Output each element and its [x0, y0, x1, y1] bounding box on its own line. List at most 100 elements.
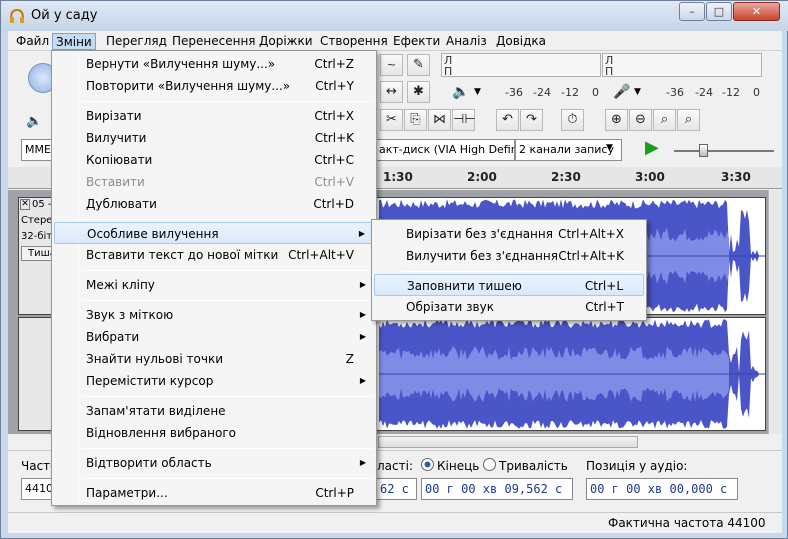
menu-item-label: Вставити	[86, 175, 145, 189]
menu-item-store-selection[interactable]: Запам'ятати виділене	[54, 400, 374, 422]
close-track-icon[interactable]: ✕	[20, 199, 30, 210]
menu-transport[interactable]: Перенесення	[169, 33, 259, 50]
undo-icon[interactable]: ↶	[496, 109, 519, 131]
menu-item-label: Відтворити область	[86, 456, 212, 470]
fit-project-icon[interactable]: ⌕	[677, 109, 700, 131]
title-bar: Ой у саду – □ ✕	[1, 1, 788, 31]
vertical-scrollbar[interactable]	[768, 190, 782, 434]
menu-help[interactable]: Довідка	[493, 33, 549, 50]
menu-item-select[interactable]: Вибрати ▶	[54, 326, 374, 348]
meter-tick: -36	[666, 86, 684, 99]
audio-position-time[interactable]: 00 г 00 хв 00,000 с	[586, 478, 738, 500]
menu-item-label: Вилучити	[86, 131, 147, 145]
audacity-headphones-icon	[10, 8, 24, 23]
project-rate-select[interactable]: 4410	[21, 478, 55, 500]
length-radio[interactable]	[483, 458, 496, 471]
menu-item-label: Повторити «Вилучення шуму...»	[86, 79, 291, 93]
chevron-down-icon[interactable]: ▼	[634, 87, 641, 97]
draw-tool-icon[interactable]: ✎	[407, 54, 430, 76]
menu-item-split-delete[interactable]: Вилучити без з'єднання Ctrl+Alt+K	[374, 245, 644, 267]
horizontal-scrollbar-thumb[interactable]	[378, 436, 638, 448]
zoom-out-icon[interactable]: ⊖	[629, 109, 652, 131]
length-radio-label[interactable]: Тривалість	[499, 459, 568, 473]
menu-item-move-cursor[interactable]: Перемістити курсор ▶	[54, 370, 374, 392]
waveform-right[interactable]	[379, 318, 765, 430]
play-at-speed-icon[interactable]: ▶	[645, 137, 659, 158]
host-select[interactable]: MME	[21, 139, 53, 161]
status-bar: Фактична частота 44100	[8, 512, 782, 533]
menu-item-paste-new-label[interactable]: Вставити текст до нової мітки Ctrl+Alt+V	[54, 244, 374, 266]
menu-item-split-cut[interactable]: Вирізати без з'єднання Ctrl+Alt+X	[374, 223, 644, 245]
menu-item-label: Відновлення вибраного	[86, 426, 236, 440]
end-radio[interactable]	[421, 458, 434, 471]
menu-separator	[402, 271, 642, 272]
envelope-tool-icon[interactable]: ~	[380, 54, 403, 76]
ruler-tick: 2:00	[467, 170, 497, 184]
track-name[interactable]: 05 -	[32, 199, 52, 210]
timeshift-tool-icon[interactable]: ↔	[380, 81, 403, 103]
window-title: Ой у саду	[31, 8, 98, 23]
menu-item-play-region[interactable]: Відтворити область ▶	[54, 452, 374, 474]
end-radio-label[interactable]: Кінець	[437, 459, 479, 473]
menu-item-find-zero[interactable]: Знайти нульові точки Z	[54, 348, 374, 370]
menu-item-cut[interactable]: Вирізати Ctrl+X	[54, 105, 374, 127]
selection-end-time[interactable]: 00 г 00 хв 09,562 с	[421, 478, 573, 500]
close-button[interactable]: ✕	[733, 2, 780, 21]
menu-separator	[82, 300, 372, 301]
menu-item-label: Копіювати	[86, 153, 153, 167]
menu-separator	[82, 270, 372, 271]
menu-generate[interactable]: Створення	[317, 33, 391, 50]
menu-analyze[interactable]: Аналіз	[443, 33, 490, 50]
cut-icon[interactable]: ✂	[380, 109, 403, 131]
menu-edit[interactable]: Зміни	[52, 33, 96, 50]
menu-item-shortcut: Ctrl+Z	[314, 57, 354, 71]
meter-tick: -12	[722, 86, 740, 99]
sync-lock-icon[interactable]: ⏱	[561, 109, 584, 131]
playback-meter[interactable]: Л П	[441, 53, 601, 78]
copy-icon[interactable]: ⎘	[404, 109, 427, 131]
menu-item-shortcut: Ctrl+L	[584, 279, 623, 293]
edit-menu: Вернути «Вилучення шуму...» Ctrl+Z Повтор…	[51, 50, 377, 506]
menu-effect[interactable]: Ефекти	[390, 33, 443, 50]
audio-position-label: Позиція у аудіо:	[586, 459, 688, 473]
speed-slider-thumb[interactable]	[699, 144, 708, 157]
zoom-in-icon[interactable]: ⊕	[605, 109, 628, 131]
menu-item-delete[interactable]: Вилучити Ctrl+K	[54, 127, 374, 149]
silence-icon[interactable]: ⊣⊢	[452, 109, 476, 131]
menu-item-retrieve-selection[interactable]: Відновлення вибраного	[54, 422, 374, 444]
speed-slider-track[interactable]	[674, 150, 774, 152]
menu-item-shortcut: Ctrl+Alt+K	[558, 249, 624, 263]
menu-item-clip-boundaries[interactable]: Межі кліпу ▶	[54, 274, 374, 296]
menu-item-label: Вирізати без з'єднання	[406, 227, 553, 241]
menu-separator	[82, 101, 372, 102]
input-device-select[interactable]: акт-диск (VIA High Defir	[376, 139, 515, 161]
microphone-icon[interactable]: 🎤	[613, 84, 630, 100]
menu-item-duplicate[interactable]: Дублювати Ctrl+D	[54, 193, 374, 215]
trim-icon[interactable]: ⋈	[428, 109, 451, 131]
submenu-arrow-icon: ▶	[359, 458, 366, 467]
speaker-icon[interactable]: 🔈	[452, 84, 469, 100]
menu-item-preferences[interactable]: Параметри... Ctrl+P	[54, 482, 374, 504]
menu-file[interactable]: Файл	[13, 33, 52, 50]
menu-item-copy[interactable]: Копіювати Ctrl+C	[54, 149, 374, 171]
menu-item-silence[interactable]: Заповнити тишею Ctrl+L	[374, 274, 644, 296]
menu-item-label: Обрізати звук	[406, 300, 494, 314]
record-meter[interactable]: Л П	[602, 53, 762, 78]
multi-tool-icon[interactable]: ✱	[407, 81, 430, 103]
menu-item-redo[interactable]: Повторити «Вилучення шуму...» Ctrl+Y	[54, 75, 374, 97]
menu-item-trim[interactable]: Обрізати звук Ctrl+T	[374, 296, 644, 318]
redo-icon[interactable]: ↷	[520, 109, 543, 131]
menu-item-label: Запам'ятати виділене	[86, 404, 226, 418]
menu-item-special-remove[interactable]: Особливе вилучення ▶	[54, 222, 374, 244]
selection-start-time[interactable]: 62 с	[377, 478, 417, 500]
chevron-down-icon[interactable]: ▼	[474, 87, 481, 97]
maximize-button[interactable]: □	[706, 2, 732, 21]
menu-item-shortcut: Ctrl+T	[585, 300, 624, 314]
menu-view[interactable]: Перегляд	[103, 33, 170, 50]
menu-item-labeled-audio[interactable]: Звук з міткою ▶	[54, 304, 374, 326]
chevron-down-icon: ▼	[606, 143, 613, 153]
menu-tracks[interactable]: Доріжки	[256, 33, 316, 50]
menu-item-undo[interactable]: Вернути «Вилучення шуму...» Ctrl+Z	[54, 53, 374, 75]
minimize-button[interactable]: –	[679, 2, 705, 21]
fit-selection-icon[interactable]: ⌕	[653, 109, 676, 131]
